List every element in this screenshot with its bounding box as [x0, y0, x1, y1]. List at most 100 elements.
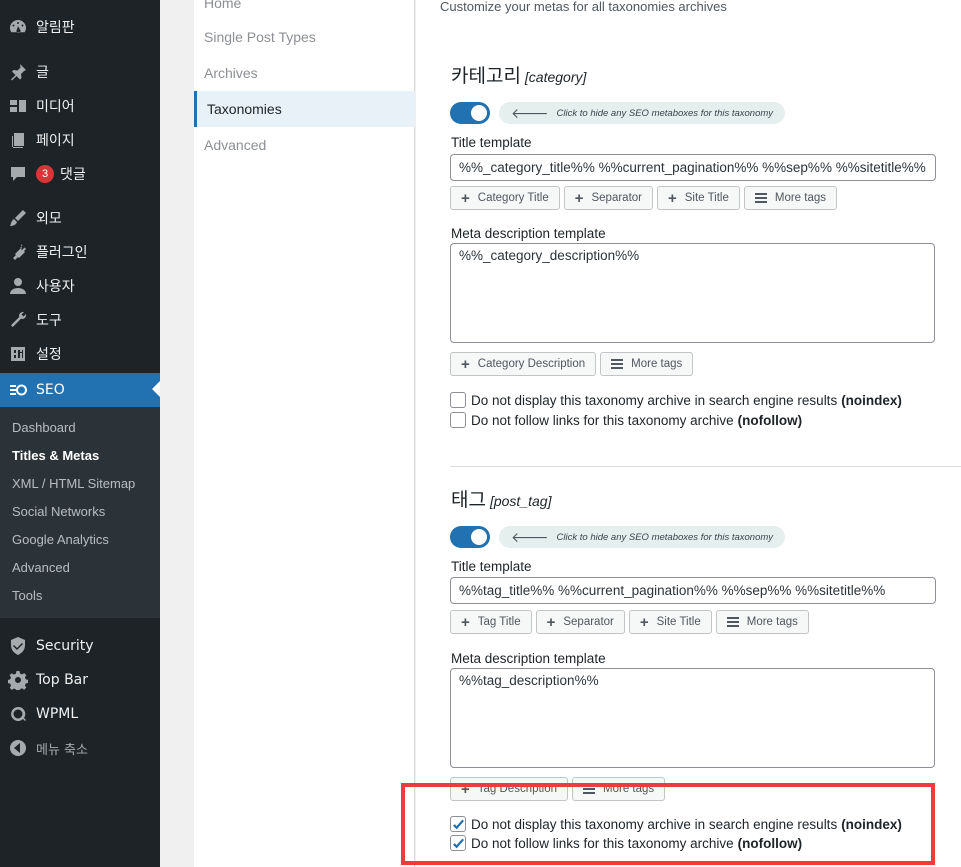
- tag-label: More tags: [603, 783, 655, 795]
- checkbox[interactable]: [450, 392, 466, 408]
- collapse-icon: [0, 738, 36, 758]
- plugin-icon: [0, 242, 36, 262]
- tab-home[interactable]: Home: [194, 0, 415, 21]
- category-title-label: Title template: [451, 135, 532, 150]
- admin-sidebar: 알림판 글 미디어 페이지 3 댓글 외모 플러그인 사용자 도구 설정 SEO…: [0, 0, 160, 867]
- comment-icon: [0, 164, 36, 184]
- tag-noindex-checkbox[interactable]: Do not display this taxonomy archive in …: [450, 816, 902, 832]
- menu-item-comments[interactable]: 3 댓글: [0, 157, 160, 191]
- user-icon: [0, 276, 36, 296]
- plus-icon: +: [461, 355, 470, 373]
- menu-item-posts[interactable]: 글: [0, 55, 160, 89]
- seo-submenu: Dashboard Titles & Metas XML / HTML Site…: [0, 407, 160, 618]
- category-title-input[interactable]: %%_category_title%% %%current_pagination…: [450, 154, 936, 181]
- section-name: 카테고리: [451, 65, 521, 87]
- section-slug: [post_tag]: [489, 493, 552, 509]
- check-icon: [452, 838, 464, 848]
- menu-item-seo[interactable]: SEO: [0, 373, 160, 407]
- tab-single-post-types[interactable]: Single Post Types: [194, 19, 415, 55]
- tag-title-input[interactable]: %%tag_title%% %%current_pagination%% %%s…: [450, 577, 936, 604]
- menu-item-top-bar[interactable]: Top Bar: [0, 663, 160, 697]
- menu-label: 미디어: [36, 99, 75, 115]
- menu-label: Security: [36, 638, 94, 654]
- wrench-icon: [0, 310, 36, 330]
- tag-nofollow-checkbox[interactable]: Do not follow links for this taxonomy ar…: [450, 835, 802, 851]
- menu-item-pages[interactable]: 페이지: [0, 123, 160, 157]
- settings-tabs: Home Single Post Types Archives Taxonomi…: [194, 0, 415, 867]
- tag-label: Separator: [591, 192, 642, 204]
- submenu-sitemap[interactable]: XML / HTML Sitemap: [0, 470, 160, 498]
- menu-label: 메뉴 축소: [36, 742, 88, 758]
- more-tags-button[interactable]: More tags: [600, 352, 694, 376]
- submenu-social-networks[interactable]: Social Networks: [0, 498, 160, 526]
- checkbox-label-bold: (nofollow): [737, 412, 803, 428]
- checkbox-label: Do not display this taxonomy archive in …: [471, 392, 838, 408]
- menu-item-settings[interactable]: 설정: [0, 337, 160, 371]
- tag-button-category-description[interactable]: + Category Description: [450, 352, 597, 376]
- category-metabox-toggle[interactable]: [450, 102, 490, 124]
- menu-collapse[interactable]: 메뉴 축소: [0, 731, 160, 765]
- tag-label: Separator: [563, 616, 614, 628]
- submenu-advanced[interactable]: Advanced: [0, 554, 160, 582]
- menu-item-wpml[interactable]: WPML: [0, 697, 160, 731]
- submenu-tools[interactable]: Tools: [0, 582, 160, 610]
- tag-meta-textarea[interactable]: %%tag_description%%: [450, 668, 935, 768]
- checkbox-label: Do not follow links for this taxonomy ar…: [471, 412, 734, 428]
- menu-icon: [583, 782, 596, 796]
- category-meta-label: Meta description template: [451, 226, 606, 241]
- section-divider: [450, 466, 961, 467]
- hint-text: Click to hide any SEO metaboxes for this…: [556, 531, 774, 543]
- menu-item-plugins[interactable]: 플러그인: [0, 235, 160, 269]
- category-noindex-checkbox[interactable]: Do not display this taxonomy archive in …: [450, 392, 902, 408]
- submenu-dashboard[interactable]: Dashboard: [0, 414, 160, 442]
- checkbox-checked[interactable]: [450, 816, 466, 832]
- tag-title-tags: + Tag Title + Separator + Site Title More t…: [450, 610, 809, 634]
- menu-label: 사용자: [36, 279, 75, 295]
- menu-icon: [611, 357, 624, 371]
- menu-item-dashboard[interactable]: 알림판: [0, 10, 160, 44]
- tag-button-tag-title[interactable]: + Tag Title: [450, 610, 532, 634]
- tag-button-separator[interactable]: + Separator: [563, 186, 653, 210]
- tag-button-site-title[interactable]: + Site Title: [657, 186, 740, 210]
- category-meta-tags: + Category Description More tags: [450, 352, 694, 376]
- tag-label: More tags: [631, 358, 683, 370]
- more-tags-button[interactable]: More tags: [572, 777, 666, 801]
- tag-button-tag-description[interactable]: + Tag Description: [450, 777, 569, 801]
- seo-icon: [0, 380, 36, 400]
- menu-item-users[interactable]: 사용자: [0, 269, 160, 303]
- tab-advanced[interactable]: Advanced: [194, 127, 415, 163]
- tab-archives[interactable]: Archives: [194, 55, 415, 91]
- taxonomies-panel: Customize your metas for all taxonomies …: [416, 0, 961, 867]
- tag-label: Category Description: [477, 358, 586, 370]
- menu-label: 설정: [36, 347, 62, 363]
- media-icon: [0, 96, 36, 116]
- menu-item-tools[interactable]: 도구: [0, 303, 160, 337]
- plus-icon: +: [639, 613, 649, 631]
- tag-metabox-toggle[interactable]: [450, 526, 490, 548]
- menu-item-security[interactable]: Security: [0, 629, 160, 663]
- section-name: 태그: [451, 489, 486, 511]
- comment-count-badge: 3: [36, 165, 54, 183]
- checkbox-label: Do not follow links for this taxonomy ar…: [471, 835, 734, 851]
- tag-button-category-title[interactable]: + Category Title: [450, 186, 560, 210]
- submenu-titles-metas[interactable]: Titles & Metas: [0, 442, 160, 470]
- tag-title-label: Title template: [451, 559, 532, 574]
- category-meta-textarea[interactable]: %%_category_description%%: [450, 243, 935, 343]
- tag-button-separator[interactable]: + Separator: [535, 610, 625, 634]
- submenu-google-analytics[interactable]: Google Analytics: [0, 526, 160, 554]
- checkbox[interactable]: [450, 412, 466, 428]
- menu-item-media[interactable]: 미디어: [0, 89, 160, 123]
- menu-label: 외모: [36, 211, 62, 227]
- more-tags-button[interactable]: More tags: [715, 610, 809, 634]
- checkbox-checked[interactable]: [450, 835, 466, 851]
- category-nofollow-checkbox[interactable]: Do not follow links for this taxonomy ar…: [450, 412, 802, 428]
- brush-icon: [0, 208, 36, 228]
- tag-button-site-title[interactable]: + Site Title: [628, 610, 712, 634]
- tab-taxonomies[interactable]: Taxonomies: [194, 91, 415, 127]
- menu-item-appearance[interactable]: 외모: [0, 201, 160, 235]
- tag-label: Site Title: [656, 616, 701, 628]
- menu-label: 플러그인: [36, 245, 88, 261]
- menu-label: 도구: [36, 313, 62, 329]
- checkbox-label-bold: (noindex): [841, 816, 902, 832]
- more-tags-button[interactable]: More tags: [743, 186, 838, 210]
